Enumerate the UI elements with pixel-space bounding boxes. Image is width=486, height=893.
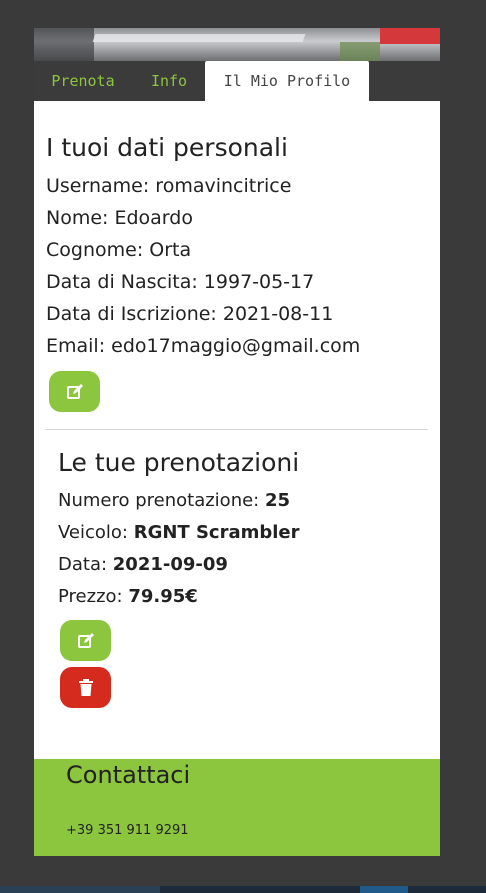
personal-data-section: I tuoi dati personali Username: romavinc… (46, 132, 426, 362)
email-row: Email: edo17maggio@gmail.com (46, 335, 361, 357)
contact-title: Contattaci (66, 761, 191, 789)
nome-row: Nome: Edoardo (46, 207, 193, 229)
booking-date-label: Data: (58, 554, 113, 575)
booking-price-value: 79.95€ (128, 586, 198, 607)
edit-icon (66, 383, 83, 399)
tab-prenota[interactable]: Prenota (34, 61, 132, 101)
booking-number-row: Numero prenotazione: 25 (58, 485, 418, 517)
personal-data-title: I tuoi dati personali (46, 133, 288, 162)
edit-profile-button[interactable] (49, 371, 100, 412)
booking-number-value: 25 (264, 490, 291, 511)
booking-vehicle-row: Veicolo: RGNT Scrambler (58, 517, 418, 549)
edit-icon (77, 632, 94, 648)
username-row: Username: romavincitrice (46, 175, 292, 197)
edit-booking-button[interactable] (60, 620, 111, 661)
trash-icon (78, 678, 93, 696)
nav-bar: Prenota Info Il Mio Profilo (34, 61, 440, 101)
delete-booking-button[interactable] (60, 667, 111, 708)
app-frame: Prenota Info Il Mio Profilo I tuoi dati … (34, 28, 440, 856)
data-nascita-row: Data di Nascita: 1997-05-17 (46, 271, 315, 293)
contact-footer: Contattaci +39 351 911 9291 (34, 759, 440, 856)
contact-phone: +39 351 911 9291 (66, 823, 189, 838)
bookings-title: Le tue prenotazioni (58, 448, 300, 477)
hero-image (34, 28, 440, 61)
booking-price-row: Prezzo: 79.95€ (58, 581, 418, 613)
booking-number-label: Numero prenotazione: (58, 490, 265, 511)
booking-vehicle-label: Veicolo: (58, 522, 134, 543)
tab-il-mio-profilo[interactable]: Il Mio Profilo (205, 61, 369, 101)
section-divider (45, 429, 428, 430)
taskbar (0, 886, 486, 893)
cognome-row: Cognome: Orta (46, 239, 192, 261)
booking-price-label: Prezzo: (58, 586, 129, 607)
tab-info[interactable]: Info (134, 61, 204, 101)
booking-date-value: 2021-09-09 (112, 554, 228, 575)
data-iscrizione-row: Data di Iscrizione: 2021-08-11 (46, 303, 334, 325)
booking-vehicle-value: RGNT Scrambler (133, 522, 300, 543)
bookings-section: Le tue prenotazioni Numero prenotazione:… (58, 447, 418, 613)
booking-date-row: Data: 2021-09-09 (58, 549, 418, 581)
